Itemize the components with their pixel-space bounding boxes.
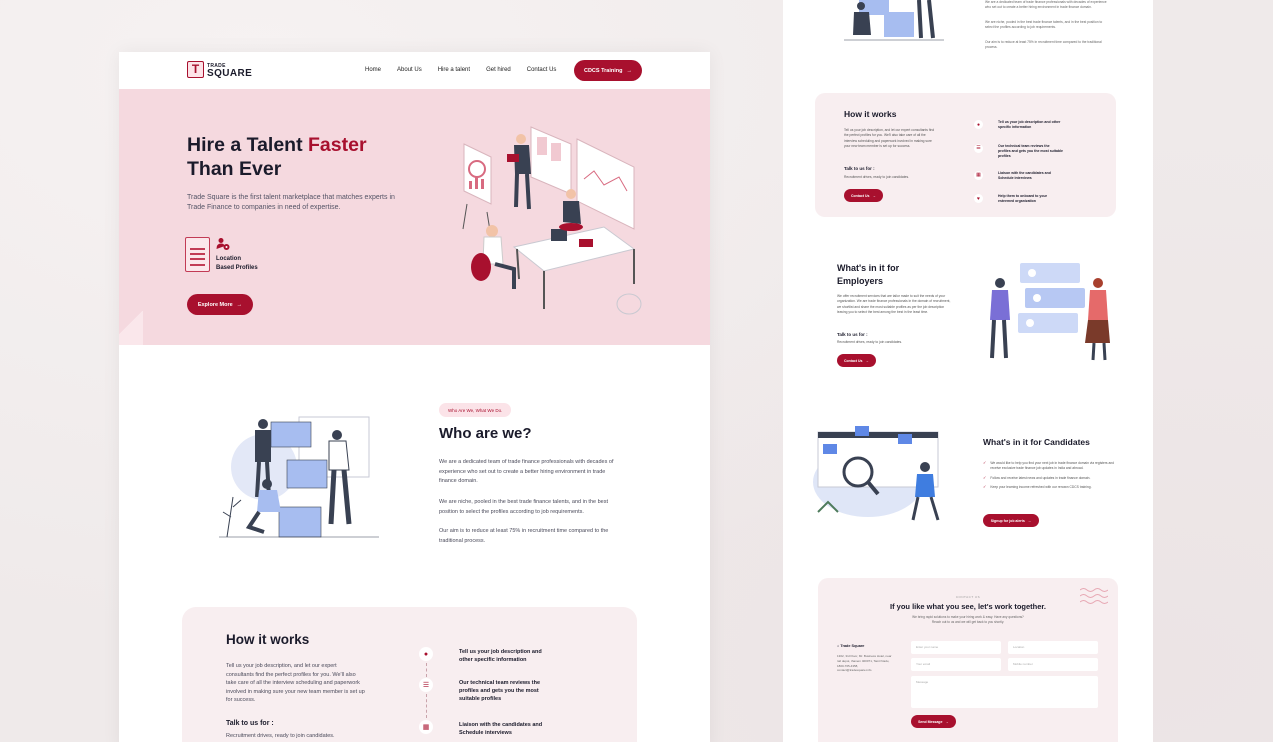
employers-profiles-illustration — [990, 263, 1110, 361]
employers-talk-subtitle: Recruitment drives, ready to join candid… — [837, 340, 903, 344]
who-paragraph-3-small: Our aim is to reduce at least 75% in rec… — [985, 40, 1102, 49]
check-icon: ✓ — [983, 484, 987, 490]
logo-badge: T — [187, 61, 204, 78]
how-title: How it works — [226, 632, 310, 647]
list-item: ✓ Keep your learning income refreshed wi… — [983, 484, 1092, 490]
employers-title: What's in it for Employers — [837, 263, 900, 286]
name-field[interactable]: Enter your name — [911, 641, 1001, 654]
calendar-icon: ▦ — [974, 170, 983, 180]
team-boxes-illustration-small — [844, 0, 944, 41]
logo-big-text: SQUARE — [207, 67, 253, 79]
arrow-right-icon: → — [872, 193, 876, 198]
who-paragraph-2-small: We are niche, pooled in the best trade f… — [985, 20, 1103, 29]
arrow-right-icon: → — [945, 719, 949, 724]
message-field[interactable]: Message — [911, 676, 1098, 708]
home-icon: ⌂ — [837, 644, 840, 648]
contact-card: CONTACT US If you like what you see, let… — [818, 578, 1118, 742]
email-field[interactable]: Your email — [911, 658, 1001, 671]
candidates-benefits-list: ✓ We would like to help you find your ne… — [983, 460, 1118, 495]
hero-office-illustration — [462, 126, 642, 315]
contact-company: ⌂ Trade Square — [837, 644, 865, 648]
how-description: Tell us your job description, and let ou… — [226, 663, 365, 703]
contact-overline: CONTACT US — [955, 595, 981, 599]
who-paragraph-2: We are niche, pooled in the best trade f… — [439, 499, 608, 515]
contact-subtitle: We bring rapid solutions to make your hi… — [912, 615, 1024, 624]
user-pin-icon: ● — [419, 647, 433, 661]
arrow-right-icon: → — [1027, 518, 1032, 523]
arrow-right-icon: → — [865, 358, 869, 363]
handshake-icon: ♥ — [974, 194, 983, 203]
candidates-title: What's in it for Candidates — [983, 437, 1090, 447]
document-icon — [185, 237, 210, 272]
logo[interactable]: T TRADE SQUARE — [187, 61, 252, 78]
who-paragraph-1-small: We are a dedicated team of trade finance… — [985, 0, 1107, 9]
feature-label: Location Based Profiles — [216, 256, 258, 271]
calendar-icon: ▦ — [419, 720, 433, 734]
arrow-right-icon: → — [236, 301, 243, 308]
person-pin-icon — [216, 238, 230, 250]
how-talk-title: Talk to us for : — [226, 720, 274, 727]
decorative-shape — [119, 311, 143, 345]
desktop-mockup-main: T TRADE SQUARE Home About Us Hire a tale… — [119, 52, 710, 742]
candidates-job-search-illustration — [813, 426, 940, 521]
send-message-button[interactable]: Send Message → — [911, 715, 956, 728]
how-it-works-card-small: How it works Tell us your job descriptio… — [815, 93, 1116, 217]
team-boxes-illustration — [219, 416, 379, 538]
hero-section: Hire a Talent Faster Than Ever Trade Squ… — [119, 89, 710, 345]
arrow-right-icon: → — [626, 67, 633, 74]
who-paragraph-3: Our aim is to reduce at least 75% in rec… — [439, 528, 609, 544]
navbar: T TRADE SQUARE Home About Us Hire a tale… — [119, 52, 710, 89]
employers-talk-title: Talk to us for : — [837, 332, 868, 337]
explore-more-button[interactable]: Explore More → — [187, 294, 253, 315]
how-it-works-card: How it works Tell us your job descriptio… — [182, 607, 637, 742]
phone-field[interactable]: Mobile number — [1008, 658, 1098, 671]
contact-address: 1302, 3rd Floor, Mr. Business Hotel, nea… — [837, 654, 892, 673]
list-icon: ☰ — [974, 143, 983, 153]
hero-description: Trade Square is the first talent marketp… — [187, 194, 395, 211]
check-icon: ✓ — [983, 474, 987, 480]
nav-links: Home About Us Hire a talent Get hired Co… — [365, 67, 572, 73]
who-title: Who are we? — [439, 425, 532, 442]
employers-contact-button[interactable]: Contact Us → — [837, 354, 876, 367]
nav-about[interactable]: About Us — [397, 67, 422, 73]
contact-us-button[interactable]: Contact Us → — [844, 189, 883, 202]
signup-job-alerts-button[interactable]: Signup for job alerts → — [983, 514, 1039, 527]
desktop-mockup-continued: We are a dedicated team of trade finance… — [783, 0, 1153, 742]
location-profiles-feature: Location Based Profiles — [185, 237, 258, 272]
list-item: ✓ Follow and receive latest news and upd… — [983, 474, 1091, 480]
list-item: ✓ We would like to help you find your ne… — [983, 460, 1115, 470]
cdcs-training-button[interactable]: CDCS Training → — [574, 60, 642, 81]
nav-get-hired[interactable]: Get hired — [486, 67, 511, 73]
who-section-label: Who Are We, What We Do. — [439, 403, 512, 417]
hero-title: Hire a Talent Faster Than Ever — [187, 134, 367, 180]
nav-contact[interactable]: Contact Us — [527, 67, 557, 73]
who-paragraph-1: We are a dedicated team of trade finance… — [439, 459, 614, 484]
how-talk-subtitle: Recruitment drives, ready to join candid… — [226, 733, 335, 739]
location-field[interactable]: Location — [1008, 641, 1098, 654]
employers-description: We offer recruitment services that are t… — [837, 294, 951, 314]
list-icon: ☰ — [419, 678, 433, 692]
nav-hire[interactable]: Hire a talent — [438, 67, 470, 73]
check-icon: ✓ — [983, 460, 987, 465]
contact-title: If you like what you see, let's work tog… — [890, 602, 1046, 611]
nav-home[interactable]: Home — [365, 67, 381, 73]
user-pin-icon: ● — [974, 120, 983, 129]
